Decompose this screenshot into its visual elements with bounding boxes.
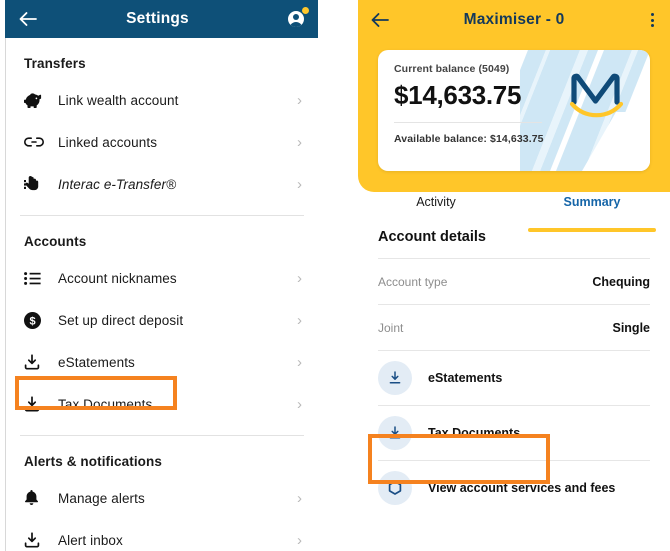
download-icon — [378, 416, 412, 450]
balance-card[interactable]: Current balance (5049) $14,633.75 Availa… — [378, 50, 650, 171]
sidebar-item-alert-inbox[interactable]: Alert inbox › — [6, 519, 318, 551]
notification-dot-icon — [302, 7, 309, 14]
sidebar-item-label: Manage alerts — [58, 490, 145, 506]
tab-label: Summary — [563, 195, 621, 209]
sidebar-item-estatements[interactable]: eStatements › — [6, 341, 318, 383]
sidebar-item-label: Interac e-Transfer® — [58, 176, 177, 192]
dollar-circle-icon: $ — [24, 311, 52, 329]
current-balance-amount: $14,633.75 — [394, 80, 522, 110]
account-details-title: Account details — [378, 229, 486, 245]
download-icon — [24, 532, 52, 548]
action-row-estatements[interactable]: eStatements — [358, 351, 670, 405]
tab-summary[interactable]: Summary — [514, 193, 670, 232]
sidebar-item-label: Linked accounts — [58, 134, 158, 150]
settings-header: Settings — [5, 0, 318, 38]
list-icon — [24, 271, 52, 285]
kebab-menu-icon[interactable] — [634, 0, 670, 40]
svg-text:$: $ — [29, 315, 35, 327]
sidebar-item-label: Link wealth account — [58, 92, 179, 108]
chevron-right-icon: › — [297, 133, 302, 151]
action-label: Tax Documents — [428, 426, 521, 440]
section-header-transfers: Transfers — [24, 56, 86, 71]
sidebar-item-label: Set up direct deposit — [58, 312, 184, 328]
link-chain-icon — [24, 136, 52, 148]
action-label: eStatements — [428, 371, 503, 385]
sidebar-item-manage-alerts[interactable]: Manage alerts › — [6, 477, 318, 519]
sidebar-item-label: Account nicknames — [58, 270, 177, 286]
chevron-right-icon: › — [297, 311, 302, 329]
section-header-alerts: Alerts & notifications — [24, 454, 162, 469]
chevron-right-icon: › — [297, 353, 302, 371]
download-icon — [378, 361, 412, 395]
detail-key: Joint — [378, 320, 404, 335]
sidebar-item-interac-etransfer[interactable]: Interac e-Transfer® › — [6, 163, 318, 205]
detail-value: Single — [612, 320, 650, 335]
action-row-tax-documents[interactable]: Tax Documents — [358, 406, 670, 460]
dual-panel-screenshot: Settings Transfers Link wealth account › — [0, 0, 670, 551]
profile-avatar-icon[interactable] — [274, 0, 318, 38]
sidebar-item-tax-documents[interactable]: Tax Documents › — [6, 383, 318, 425]
sidebar-item-account-nicknames[interactable]: Account nicknames › — [6, 257, 318, 299]
chevron-right-icon: › — [297, 91, 302, 109]
detail-row-account-type: Account type Chequing — [358, 259, 670, 304]
chevron-right-icon: › — [297, 395, 302, 413]
sidebar-item-set-up-direct-deposit[interactable]: $ Set up direct deposit › — [6, 299, 318, 341]
bell-icon — [24, 490, 52, 506]
action-row-account-services-fees[interactable]: View account services and fees — [358, 461, 670, 515]
sidebar-item-label: eStatements — [58, 354, 135, 370]
balance-divider — [394, 122, 542, 123]
current-balance-label: Current balance (5049) — [394, 63, 510, 75]
account-details-list: Account type Chequing Joint Single eStat… — [358, 258, 670, 515]
action-label: View account services and fees — [428, 481, 616, 495]
section-header-accounts: Accounts — [24, 234, 87, 249]
account-title: Maximiser - 0 — [463, 11, 565, 28]
chevron-right-icon: › — [297, 269, 302, 287]
settings-panel: Settings Transfers Link wealth account › — [0, 0, 318, 551]
chevron-right-icon: › — [297, 175, 302, 193]
settings-list: Transfers Link wealth account › Linked a… — [6, 38, 318, 551]
hexagon-outline-icon — [378, 471, 412, 505]
account-header: Maximiser - 0 — [358, 0, 670, 40]
download-icon — [24, 396, 52, 412]
detail-key: Account type — [378, 274, 448, 289]
account-detail-panel: Maximiser - 0 Current balance (5049) $14… — [358, 0, 670, 551]
page-title: Settings — [126, 10, 189, 27]
chevron-right-icon: › — [297, 489, 302, 507]
piggy-bank-icon — [24, 92, 52, 108]
tab-activity[interactable]: Activity — [358, 193, 514, 226]
available-balance-text: Available balance: $14,633.75 — [394, 133, 544, 145]
interac-hand-icon — [24, 175, 52, 193]
sidebar-item-link-wealth-account[interactable]: Link wealth account › — [6, 79, 318, 121]
account-tabs: Activity Summary — [358, 193, 670, 232]
sidebar-item-label: Tax Documents — [58, 396, 153, 412]
detail-row-joint: Joint Single — [358, 305, 670, 350]
sidebar-item-linked-accounts[interactable]: Linked accounts › — [6, 121, 318, 163]
chevron-right-icon: › — [297, 531, 302, 549]
detail-value: Chequing — [592, 274, 650, 289]
download-icon — [24, 354, 52, 370]
sidebar-item-label: Alert inbox — [58, 532, 123, 548]
tab-label: Activity — [416, 195, 456, 209]
